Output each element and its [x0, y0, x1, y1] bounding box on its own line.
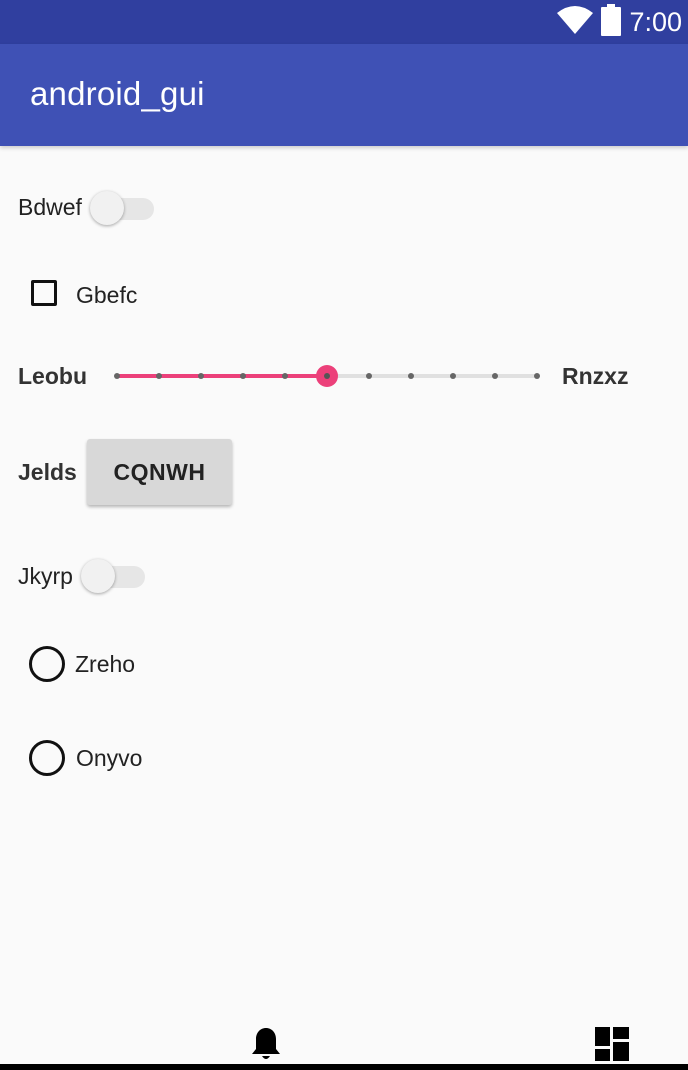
seekbar[interactable] — [112, 362, 542, 390]
button-row-label: Jelds — [18, 459, 77, 485]
bottom-nav — [0, 1020, 688, 1070]
bell-icon[interactable] — [250, 1026, 282, 1067]
seekbar-tick — [282, 373, 288, 379]
dashboard-icon[interactable] — [595, 1027, 629, 1066]
wifi-icon — [557, 5, 594, 40]
switch-jkyrp[interactable] — [81, 556, 145, 596]
status-icons: 7:00 — [557, 3, 682, 41]
switch-bdwef[interactable] — [90, 188, 154, 228]
seekbar-tick — [492, 373, 498, 379]
seekbar-tick — [408, 373, 414, 379]
seekbar-thumb[interactable] — [316, 365, 338, 387]
bottom-edge — [0, 1064, 688, 1070]
radio-onyvo-label[interactable]: Onyvo — [76, 744, 142, 772]
seekbar-progress — [117, 374, 327, 378]
radio-zreho-label[interactable]: Zreho — [75, 650, 135, 678]
switch-thumb — [90, 191, 124, 225]
seekbar-tick — [156, 373, 162, 379]
status-time: 7:00 — [629, 7, 682, 37]
status-bar: 7:00 — [0, 0, 688, 44]
radio-zreho[interactable] — [29, 646, 65, 682]
seekbar-tick — [534, 373, 540, 379]
seekbar-tick — [450, 373, 456, 379]
slider-start-label: Leobu — [18, 363, 87, 389]
app-title: android_gui — [30, 75, 205, 112]
cqnwh-button[interactable]: CQNWH — [87, 439, 232, 505]
switch-jkyrp-label: Jkyrp — [18, 563, 73, 589]
seekbar-tick — [198, 373, 204, 379]
seekbar-tick — [240, 373, 246, 379]
checkbox-gbefc[interactable] — [31, 280, 57, 306]
switch-thumb — [81, 559, 115, 593]
seekbar-tick — [114, 373, 120, 379]
app-bar: android_gui — [0, 44, 688, 146]
seekbar-tick — [366, 373, 372, 379]
switch-bdwef-label: Bdwef — [18, 194, 82, 220]
battery-icon — [601, 3, 622, 41]
slider-end-label: Rnzxz — [562, 363, 629, 389]
radio-onyvo[interactable] — [29, 740, 65, 776]
checkbox-gbefc-label[interactable]: Gbefc — [76, 281, 137, 309]
